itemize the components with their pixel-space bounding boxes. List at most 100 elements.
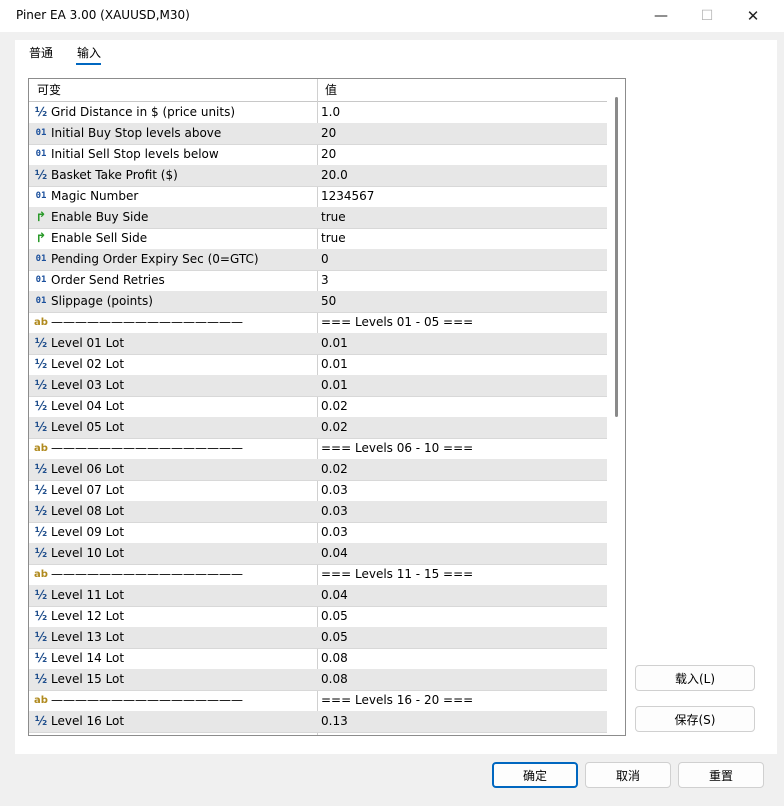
parameter-name: Level 10 Lot: [51, 546, 125, 560]
parameter-value[interactable]: 0.01: [321, 333, 348, 354]
parameter-value[interactable]: 3: [321, 270, 329, 291]
table-row[interactable]: ½ Level 01 Lot 0.01: [29, 333, 607, 355]
parameter-value[interactable]: true: [321, 228, 346, 249]
maximize-button[interactable]: ☐: [684, 0, 730, 32]
table-row[interactable]: ↱ Enable Buy Side true: [29, 207, 607, 229]
double-type-icon: ½: [34, 378, 48, 392]
parameter-value[interactable]: 50: [321, 291, 336, 312]
parameter-value[interactable]: 0.03: [321, 501, 348, 522]
cancel-button[interactable]: 取消: [585, 762, 671, 788]
table-row[interactable]: 01 Pending Order Expiry Sec (0=GTC) 0: [29, 249, 607, 271]
table-row[interactable]: ½ Level 15 Lot 0.08: [29, 669, 607, 691]
parameter-name: Slippage (points): [51, 294, 153, 308]
parameter-value[interactable]: === Levels 16 - 20 ===: [321, 690, 473, 711]
table-row[interactable]: ½ Level 10 Lot 0.04: [29, 543, 607, 565]
table-row[interactable]: 01 Order Send Retries 3: [29, 270, 607, 292]
table-row[interactable]: ab ———————————————— === Levels 11 - 15 ===: [29, 564, 607, 586]
table-row[interactable]: ½ Level 04 Lot 0.02: [29, 396, 607, 418]
parameter-value[interactable]: 0.05: [321, 627, 348, 648]
table-row[interactable]: 01 Initial Buy Stop levels above 20: [29, 123, 607, 145]
double-type-icon: ½: [34, 651, 48, 665]
reset-button[interactable]: 重置: [678, 762, 764, 788]
parameter-value[interactable]: 0.04: [321, 543, 348, 564]
string-type-icon: ab: [34, 443, 48, 454]
table-row[interactable]: ½ Level 13 Lot 0.05: [29, 627, 607, 649]
load-button[interactable]: 载入(L): [635, 665, 755, 691]
parameter-name: Level 04 Lot: [51, 399, 125, 413]
parameter-name: Level 08 Lot: [51, 504, 125, 518]
parameter-name: Pending Order Expiry Sec (0=GTC): [51, 252, 259, 266]
parameter-value[interactable]: === Levels 06 - 10 ===: [321, 438, 473, 459]
table-row[interactable]: ½ Level 14 Lot 0.08: [29, 648, 607, 670]
parameter-value[interactable]: 20: [321, 144, 336, 165]
table-row[interactable]: ½ Level 08 Lot 0.03: [29, 501, 607, 523]
parameter-value[interactable]: 20.0: [321, 165, 348, 186]
double-type-icon: ½: [34, 504, 48, 518]
table-row[interactable]: 01 Magic Number 1234567: [29, 186, 607, 208]
parameter-name: Initial Buy Stop levels above: [51, 126, 222, 140]
table-row[interactable]: ½ Level 06 Lot 0.02: [29, 459, 607, 481]
parameter-value[interactable]: 20: [321, 123, 336, 144]
table-row[interactable]: ab ———————————————— === Levels 16 - 20 ===: [29, 690, 607, 712]
window-title: Piner EA 3.00 (XAUUSD,M30): [16, 8, 190, 22]
parameter-name: Level 07 Lot: [51, 483, 125, 497]
parameter-value[interactable]: 0.03: [321, 522, 348, 543]
scrollbar-thumb[interactable]: [615, 97, 618, 417]
table-row[interactable]: 01 Slippage (points) 50: [29, 291, 607, 313]
double-type-icon: ½: [34, 105, 48, 119]
double-type-icon: ½: [34, 462, 48, 476]
parameter-value[interactable]: === Levels 11 - 15 ===: [321, 564, 473, 585]
table-row[interactable]: ½ Level 16 Lot 0.13: [29, 711, 607, 733]
bool-type-icon: ↱: [35, 231, 47, 246]
parameter-value[interactable]: 0.01: [321, 354, 348, 375]
double-type-icon: ½: [34, 168, 48, 182]
table-row[interactable]: ½ Level 12 Lot 0.05: [29, 606, 607, 628]
table-row[interactable]: ½ Level 03 Lot 0.01: [29, 375, 607, 397]
table-row[interactable]: ½ Grid Distance in $ (price units) 1.0: [29, 102, 607, 124]
table-row[interactable]: ↱ Enable Sell Side true: [29, 228, 607, 250]
table-row[interactable]: ab ———————————————— === Levels 06 - 10 ===: [29, 438, 607, 460]
parameter-value[interactable]: 1234567: [321, 186, 374, 207]
table-row[interactable]: ½ Level 11 Lot 0.04: [29, 585, 607, 607]
save-button[interactable]: 保存(S): [635, 706, 755, 732]
parameter-value[interactable]: 1.0: [321, 102, 340, 123]
parameter-value[interactable]: 0.05: [321, 606, 348, 627]
parameter-value[interactable]: true: [321, 207, 346, 228]
table-row[interactable]: ½ Level 05 Lot 0.02: [29, 417, 607, 439]
parameter-value[interactable]: 0.08: [321, 669, 348, 690]
column-header-variable[interactable]: 可变: [37, 79, 61, 101]
table-row[interactable]: 01 Initial Sell Stop levels below 20: [29, 144, 607, 166]
table-row[interactable]: ab ———————————————— === Levels 01 - 05 ===: [29, 312, 607, 334]
parameter-value[interactable]: 0.02: [321, 396, 348, 417]
table-row[interactable]: ½ Basket Take Profit ($) 20.0: [29, 165, 607, 187]
double-type-icon: ½: [34, 357, 48, 371]
parameter-name: Level 13 Lot: [51, 630, 125, 644]
tab-general[interactable]: 普通: [29, 44, 53, 61]
parameter-value[interactable]: 0.03: [321, 480, 348, 501]
vertical-scrollbar[interactable]: [609, 79, 625, 735]
parameter-name: Order Send Retries: [51, 273, 165, 287]
parameter-value[interactable]: 0.08: [321, 648, 348, 669]
column-header-value[interactable]: 值: [325, 79, 337, 101]
inputs-grid[interactable]: 可变 值 ½ Grid Distance in $ (price units) 1.…: [28, 78, 626, 736]
close-button[interactable]: ✕: [730, 0, 776, 32]
table-row[interactable]: ½ Level 09 Lot 0.03: [29, 522, 607, 544]
double-type-icon: ½: [34, 714, 48, 728]
parameter-value[interactable]: 0.02: [321, 417, 348, 438]
ok-button[interactable]: 确定: [492, 762, 578, 788]
table-row[interactable]: ½ Level 07 Lot 0.03: [29, 480, 607, 502]
parameter-name: ————————————————: [51, 315, 243, 329]
parameter-name: ————————————————: [51, 693, 243, 707]
parameter-name: Level 06 Lot: [51, 462, 125, 476]
parameter-name: Basket Take Profit ($): [51, 168, 178, 182]
parameter-value[interactable]: === Levels 01 - 05 ===: [321, 312, 473, 333]
minimize-button[interactable]: —: [638, 0, 684, 32]
parameter-value[interactable]: 0: [321, 249, 329, 270]
table-row[interactable]: ½ Level 02 Lot 0.01: [29, 354, 607, 376]
parameter-value[interactable]: 0.02: [321, 459, 348, 480]
tab-inputs[interactable]: 输入: [77, 44, 101, 61]
parameter-value[interactable]: 0.13: [321, 711, 348, 732]
double-type-icon: ½: [34, 399, 48, 413]
parameter-value[interactable]: 0.01: [321, 375, 348, 396]
parameter-value[interactable]: 0.04: [321, 585, 348, 606]
